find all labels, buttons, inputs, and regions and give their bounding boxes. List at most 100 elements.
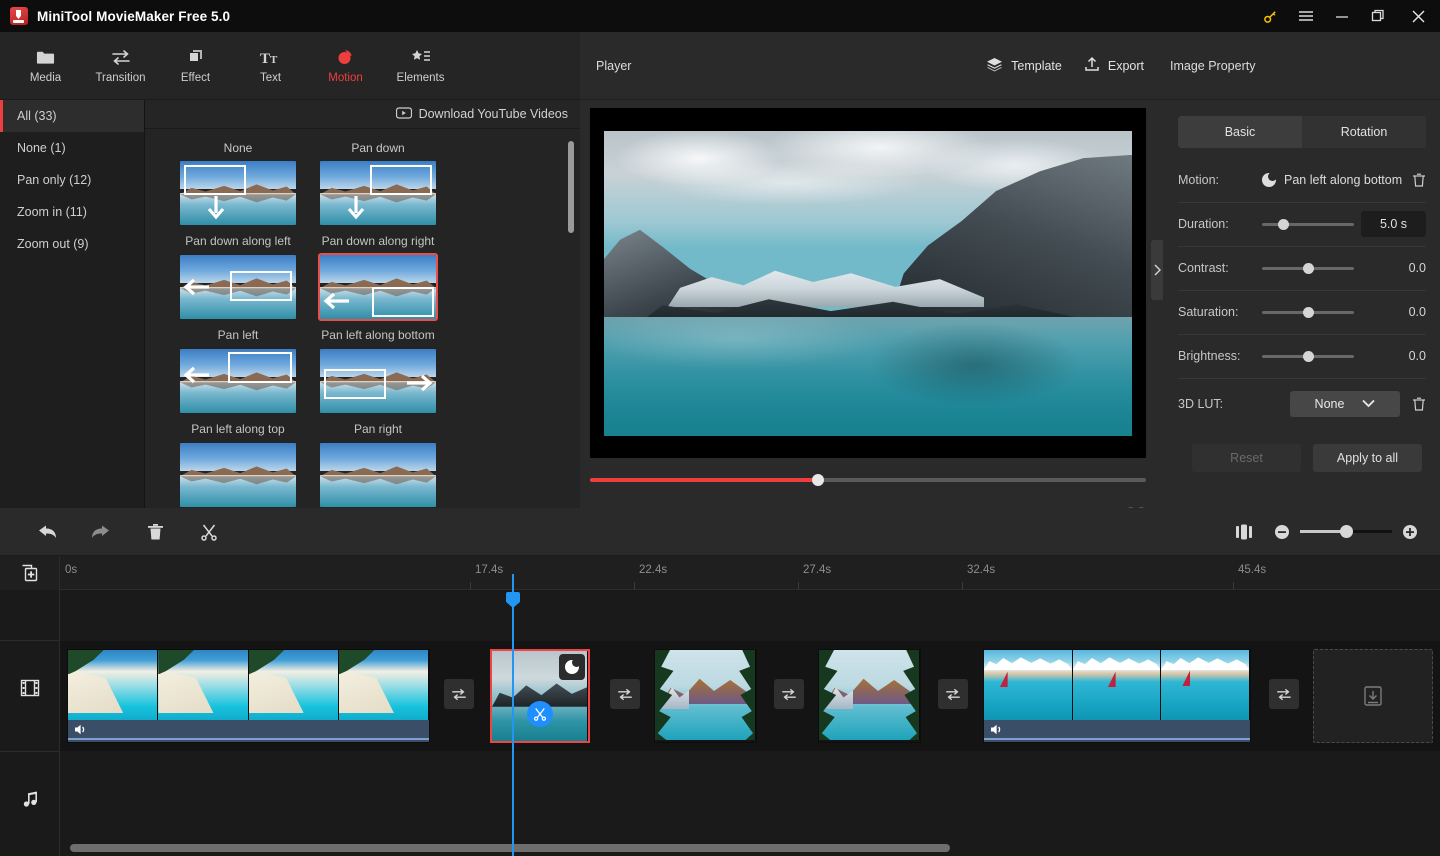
progress-knob[interactable] bbox=[811, 474, 824, 486]
clip-motion-badge[interactable] bbox=[559, 654, 585, 680]
motion-scrollbar[interactable] bbox=[568, 141, 574, 233]
collapse-panel-handle[interactable] bbox=[1151, 240, 1163, 300]
brightness-slider[interactable] bbox=[1262, 349, 1354, 363]
add-clip-slot[interactable] bbox=[1313, 649, 1433, 743]
motion-thumb-selected[interactable] bbox=[318, 253, 438, 321]
motion-item-partial-left[interactable] bbox=[168, 441, 308, 508]
progress-track[interactable] bbox=[590, 474, 1146, 486]
duration-slider[interactable] bbox=[1262, 217, 1354, 231]
motion-value[interactable]: Pan left along bottom bbox=[1262, 172, 1402, 187]
key-icon[interactable] bbox=[1252, 0, 1288, 32]
clip-audio-strip[interactable] bbox=[984, 720, 1250, 742]
undo-icon[interactable] bbox=[20, 515, 74, 549]
redo-icon[interactable] bbox=[74, 515, 128, 549]
preview-video bbox=[604, 130, 1132, 436]
tab-basic[interactable]: Basic bbox=[1178, 116, 1302, 148]
motion-thumb[interactable] bbox=[178, 347, 298, 415]
motion-item-pan-left[interactable]: Pan left bbox=[168, 253, 308, 342]
ruler-label: 0s bbox=[65, 564, 78, 576]
delete-lut-icon[interactable] bbox=[1400, 397, 1426, 412]
close-icon[interactable] bbox=[1396, 0, 1440, 32]
export-button[interactable]: Export bbox=[1084, 56, 1144, 75]
transition-slot[interactable] bbox=[774, 679, 804, 709]
motion-thumb[interactable] bbox=[318, 159, 438, 227]
zoom-knob[interactable] bbox=[1340, 525, 1353, 538]
duration-value[interactable]: 5.0 s bbox=[1361, 211, 1426, 237]
tab-motion[interactable]: Motion bbox=[308, 37, 383, 95]
contrast-value: 0.0 bbox=[1408, 261, 1426, 275]
ruler-label: 32.4s bbox=[967, 564, 996, 576]
motion-item-pan-down-along-left[interactable]: None Pan down along left bbox=[168, 137, 308, 248]
motion-item-pan-left-along-bottom[interactable]: Pan left along bottom bbox=[308, 253, 448, 342]
category-zoom-in[interactable]: Zoom in (11) bbox=[0, 196, 144, 228]
motion-item-pan-down-along-right[interactable]: Pan down Pan down along right bbox=[308, 137, 448, 248]
transition-slot[interactable] bbox=[444, 679, 474, 709]
clip-audio-strip[interactable] bbox=[68, 720, 429, 742]
timeline-lane-top[interactable] bbox=[60, 590, 1440, 640]
zoom-in-button[interactable] bbox=[1394, 517, 1426, 547]
table-row[interactable] bbox=[654, 649, 757, 743]
timeline-horizontal-scrollbar[interactable] bbox=[70, 844, 950, 852]
restore-icon[interactable] bbox=[1360, 0, 1396, 32]
category-all[interactable]: All (33) bbox=[0, 100, 144, 132]
motion-item-pan-right[interactable]: Pan right bbox=[308, 347, 448, 436]
motion-thumb[interactable] bbox=[178, 253, 298, 321]
motion-thumb[interactable] bbox=[178, 441, 298, 508]
motion-thumb[interactable] bbox=[318, 347, 438, 415]
download-youtube-label: Download YouTube Videos bbox=[418, 107, 568, 121]
transition-icon bbox=[111, 47, 131, 67]
motion-thumb[interactable] bbox=[318, 441, 438, 508]
motion-thumb[interactable] bbox=[178, 159, 298, 227]
tab-elements[interactable]: Elements bbox=[383, 37, 458, 95]
tab-effect[interactable]: Effect bbox=[158, 37, 233, 95]
table-row[interactable] bbox=[983, 649, 1251, 743]
lut-select[interactable]: None bbox=[1290, 391, 1400, 417]
timeline-ruler[interactable]: 0s 17.4s 22.4s 27.4s 32.4s 45.4s bbox=[60, 556, 1440, 590]
category-pan-only[interactable]: Pan only (12) bbox=[0, 164, 144, 196]
player-progress[interactable] bbox=[590, 472, 1146, 488]
motion-item-partial-right[interactable] bbox=[308, 441, 448, 508]
category-none[interactable]: None (1) bbox=[0, 132, 144, 164]
saturation-knob[interactable] bbox=[1303, 306, 1314, 318]
download-youtube-bar[interactable]: Download YouTube Videos bbox=[145, 100, 580, 129]
tab-rotation-label: Rotation bbox=[1340, 125, 1388, 139]
zoom-out-button[interactable] bbox=[1266, 517, 1298, 547]
timeline-lane-audio[interactable] bbox=[60, 752, 1440, 842]
zoom-slider[interactable] bbox=[1300, 525, 1392, 538]
category-zoom-out[interactable]: Zoom out (9) bbox=[0, 228, 144, 260]
minimize-icon[interactable] bbox=[1324, 0, 1360, 32]
contrast-slider[interactable] bbox=[1262, 261, 1354, 275]
table-row[interactable] bbox=[818, 649, 921, 743]
timeline-lane-video[interactable] bbox=[60, 641, 1440, 751]
table-row[interactable] bbox=[490, 649, 590, 743]
brightness-knob[interactable] bbox=[1303, 350, 1314, 362]
reset-button[interactable]: Reset bbox=[1192, 444, 1301, 472]
contrast-knob[interactable] bbox=[1303, 262, 1314, 274]
lut-value: None bbox=[1314, 397, 1345, 411]
text-icon: TT bbox=[260, 47, 282, 67]
delete-motion-icon[interactable] bbox=[1412, 173, 1426, 188]
playhead[interactable] bbox=[506, 574, 520, 856]
tab-transition[interactable]: Transition bbox=[83, 37, 158, 95]
table-row[interactable] bbox=[67, 649, 430, 743]
transition-slot[interactable] bbox=[610, 679, 640, 709]
fit-to-screen-icon[interactable] bbox=[1222, 517, 1266, 547]
duration-knob[interactable] bbox=[1278, 218, 1289, 230]
tab-media[interactable]: Media bbox=[8, 37, 83, 95]
template-button[interactable]: Template bbox=[986, 57, 1062, 75]
tab-rotation[interactable]: Rotation bbox=[1302, 116, 1426, 148]
clip-frames bbox=[984, 650, 1250, 722]
clip-split-button[interactable] bbox=[527, 701, 553, 727]
transition-slot[interactable] bbox=[1269, 679, 1299, 709]
transition-slot[interactable] bbox=[938, 679, 968, 709]
split-icon[interactable] bbox=[182, 515, 236, 549]
clip-frame bbox=[1072, 650, 1162, 722]
apply-to-all-button[interactable]: Apply to all bbox=[1313, 444, 1422, 472]
tab-text[interactable]: TT Text bbox=[233, 37, 308, 95]
delete-icon[interactable] bbox=[128, 515, 182, 549]
saturation-slider[interactable] bbox=[1262, 305, 1354, 319]
app-title: MiniTool MovieMaker Free 5.0 bbox=[37, 8, 231, 24]
menu-icon[interactable] bbox=[1288, 0, 1324, 32]
add-media-button[interactable] bbox=[0, 556, 60, 590]
motion-item-pan-left-along-top[interactable]: Pan left along top bbox=[168, 347, 308, 436]
